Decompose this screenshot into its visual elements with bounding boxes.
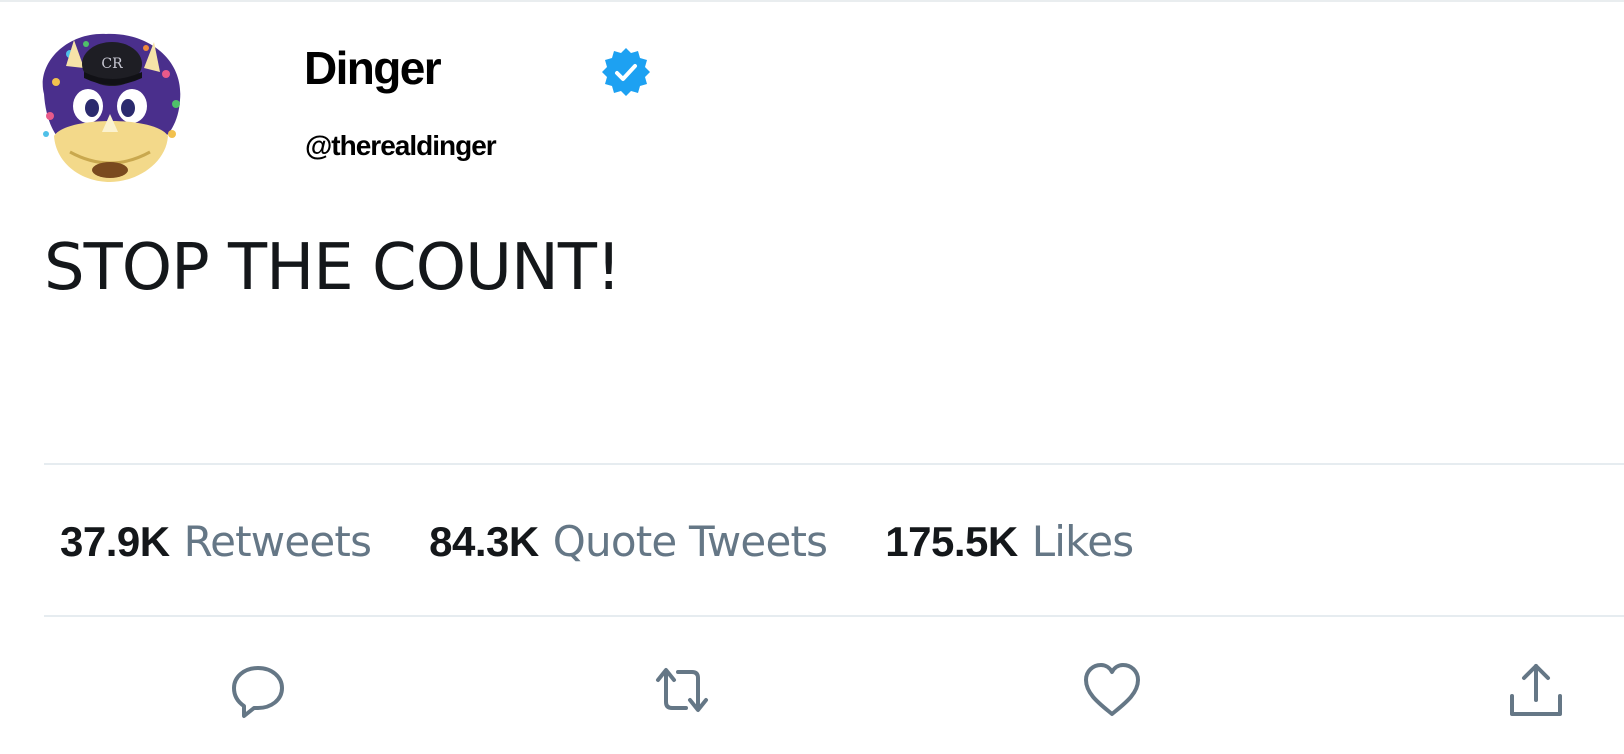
top-divider — [0, 0, 1624, 2]
user-handle[interactable]: @therealdinger — [305, 128, 497, 164]
likes-stat[interactable]: 175.5K Likes — [885, 512, 1134, 572]
verified-badge-icon — [600, 46, 652, 98]
retweet-button[interactable] — [650, 658, 714, 722]
reply-button[interactable] — [226, 658, 290, 722]
share-upload-icon — [1510, 664, 1562, 716]
quote-tweets-count: 84.3K — [429, 518, 539, 565]
quote-tweets-label: Quote Tweets — [552, 517, 828, 566]
actions-top-divider — [44, 615, 1624, 617]
mascot-avatar-image: CR — [42, 33, 181, 182]
display-name[interactable]: Dinger — [304, 40, 442, 96]
retweets-count: 37.9K — [60, 518, 170, 565]
quote-tweets-stat[interactable]: 84.3K Quote Tweets — [429, 512, 828, 572]
likes-label: Likes — [1031, 517, 1134, 566]
svg-text:CR: CR — [101, 56, 123, 72]
retweet-arrows-icon — [656, 668, 708, 712]
heart-icon — [1084, 663, 1140, 716]
engagement-stats: 37.9K Retweets 84.3K Quote Tweets 175.5K… — [60, 512, 1134, 572]
like-button[interactable] — [1080, 658, 1144, 722]
tweet-text: STOP THE COUNT! — [44, 231, 622, 305]
retweets-label: Retweets — [183, 517, 372, 566]
likes-count: 175.5K — [885, 518, 1018, 565]
speech-bubble-icon — [232, 666, 284, 718]
avatar[interactable]: CR — [26, 24, 190, 188]
retweets-stat[interactable]: 37.9K Retweets — [60, 512, 372, 572]
stats-top-divider — [44, 463, 1624, 465]
share-button[interactable] — [1504, 658, 1568, 722]
